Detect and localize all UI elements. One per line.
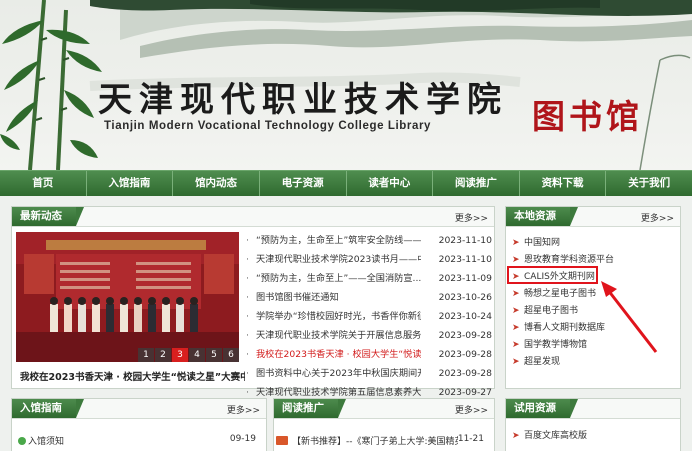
local-resources-list: ➤ 中国知网 ➤ 恩玫教育学科资源平台 ➤ CALIS外文期刊网 ➤ 畅想之星电子图书 … [512, 235, 614, 371]
reading-more-link[interactable]: 更多>> [455, 403, 488, 416]
event-photo [16, 232, 239, 362]
news-item: ·图书资料中心关于2023年中秋国庆期间开馆...2023-09-28 [246, 364, 492, 383]
news-item: · 图书馆图书催还通知 2023-10-26 [246, 288, 492, 307]
panel-title: 入馆指南 [12, 399, 84, 418]
local-resources-more-link[interactable]: 更多>> [641, 211, 674, 224]
guide-panel: 入馆指南 更多>> 入馆须知 09-19 [11, 398, 267, 451]
arrow-bullet-icon: ➤ [512, 340, 520, 350]
nav-news[interactable]: 馆内动态 [173, 171, 260, 196]
arrow-bullet-icon: ➤ [512, 238, 520, 248]
resource-link-bookan-journals[interactable]: ➤ 博看人文期刊数据库 [512, 320, 614, 337]
news-item-date: 2023-11-10 [438, 235, 492, 246]
news-item-date: 2023-11-10 [438, 254, 492, 265]
news-item: · 学院举办“珍惜校园好时光，书香伴你新征... 2023-10-24 [246, 307, 492, 326]
arrow-bullet-icon: ➤ [512, 306, 520, 316]
panel-header: 本地资源 更多>> [506, 207, 680, 227]
panel-header: 最新动态 更多>> [12, 207, 494, 227]
pager-page-6[interactable]: 6 [223, 348, 239, 362]
panel-header: 阅读推广 更多>> [274, 399, 494, 419]
news-photo-slideshow[interactable]: 1 2 3 4 5 6 [16, 232, 239, 362]
news-item-title[interactable]: 图书资料中心关于2023年中秋国庆期间开馆... [256, 364, 421, 383]
latest-news-panel: 最新动态 更多>> 1 2 3 4 5 6 我校在2023书香天津 · 校园大学… [11, 206, 495, 398]
news-item-date: 2023-09-28 [438, 330, 492, 341]
news-item-date: 2023-09-28 [438, 368, 492, 379]
news-item-date: 2023-10-26 [438, 292, 492, 303]
pager-page-5[interactable]: 5 [206, 348, 222, 362]
reading-item-date: 11-21 [457, 434, 484, 444]
photo-caption[interactable]: 我校在2023书香天津 · 校园大学生“悦读之星”大赛中... [20, 369, 245, 383]
nav-reading-promotion[interactable]: 阅读推广 [433, 171, 520, 196]
news-item-title[interactable]: “预防为主，生命至上”——全国消防宣... [256, 269, 421, 288]
news-item: · “预防为主，生命至上”——全国消防宣... 2023-11-09 [246, 269, 492, 288]
resource-link-guoxue-museum[interactable]: ➤ 国学教学博物馆 [512, 337, 614, 354]
nav-home[interactable]: 首页 [0, 171, 87, 196]
guide-more-link[interactable]: 更多>> [227, 403, 260, 416]
news-item-title[interactable]: 我校在2023书香天津 · 校园大学生“悦读之... [256, 345, 421, 364]
guide-item-date: 09-19 [229, 434, 256, 444]
resource-link-chaoxing-discovery[interactable]: ➤ 超星发现 [512, 354, 614, 371]
news-item: · 天津现代职业技术学院关于开展信息服务月... 2023-09-28 [246, 326, 492, 345]
news-item-date: 2023-10-24 [438, 311, 492, 322]
news-item-title[interactable]: 学院举办“珍惜校园好时光，书香伴你新征... [256, 307, 421, 326]
nav-about-us[interactable]: 关于我们 [606, 171, 692, 196]
news-item-date: 2023-11-09 [438, 273, 492, 284]
site-banner: 天津现代职业技术学院 Tianjin Modern Vocational Tec… [0, 0, 692, 170]
green-dot-icon [18, 437, 26, 445]
resource-link-cnki[interactable]: ➤ 中国知网 [512, 235, 614, 252]
arrow-bullet-icon: ➤ [512, 431, 520, 441]
nav-e-resources[interactable]: 电子资源 [260, 171, 347, 196]
local-resources-panel: 本地资源 更多>> ➤ 中国知网 ➤ 恩玫教育学科资源平台 ➤ CALIS外文期刊网 … [505, 206, 681, 389]
nav-reader-center[interactable]: 读者中心 [347, 171, 434, 196]
reading-promotion-panel: 阅读推广 更多>> 【新书推荐】--《寒门子弟上大学:美国精英... 11-21 [273, 398, 495, 451]
nav-downloads[interactable]: 资料下载 [520, 171, 607, 196]
news-item: ·我校在2023书香天津 · 校园大学生“悦读之...2023-09-28 [246, 345, 492, 364]
panel-title: 试用资源 [506, 399, 578, 418]
news-list: · “预防为主，生命至上”筑牢安全防线——... 2023-11-10 · 天津现代职… [246, 231, 492, 402]
news-item: ·天津现代职业技术学院2023读书月——中华...2023-11-10 [246, 250, 492, 269]
trial-resources-panel: 试用资源 ➤ 百度文库高校版 [505, 398, 681, 451]
news-item: · “预防为主，生命至上”筑牢安全防线——... 2023-11-10 [246, 231, 492, 250]
panel-header: 试用资源 [506, 399, 680, 419]
pager-page-4[interactable]: 4 [189, 348, 205, 362]
main-navigation: 首页 入馆指南 馆内动态 电子资源 读者中心 阅读推广 资料下载 关于我们 [0, 170, 692, 196]
library-english-title: Tianjin Modern Vocational Technology Col… [104, 120, 432, 132]
highlight-box [507, 266, 598, 284]
panel-header: 入馆指南 更多>> [12, 399, 266, 419]
trial-resource-link[interactable]: ➤ 百度文库高校版 [512, 428, 587, 445]
book-icon [276, 436, 288, 445]
resource-link-changxiang-ebooks[interactable]: ➤ 畅想之星电子图书 [512, 286, 614, 303]
pager-page-3[interactable]: 3 [172, 348, 188, 362]
reading-item[interactable]: 【新书推荐】--《寒门子弟上大学:美国精英... [276, 434, 458, 447]
panel-title: 本地资源 [506, 207, 578, 226]
pager-page-1[interactable]: 1 [138, 348, 154, 362]
arrow-bullet-icon: ➤ [512, 323, 520, 333]
guide-item[interactable]: 入馆须知 [18, 434, 64, 447]
news-item-title[interactable]: “预防为主，生命至上”筑牢安全防线——... [256, 231, 421, 250]
panel-title: 阅读推广 [274, 399, 346, 418]
slideshow-pager: 1 2 3 4 5 6 [137, 348, 239, 362]
news-item-title[interactable]: 天津现代职业技术学院关于开展信息服务月... [256, 326, 421, 345]
news-item-title[interactable]: 图书馆图书催还通知 [256, 288, 421, 307]
news-item-title[interactable]: 天津现代职业技术学院2023读书月——中华... [256, 250, 421, 269]
pager-page-2[interactable]: 2 [155, 348, 171, 362]
news-more-link[interactable]: 更多>> [455, 211, 488, 224]
news-item-date: 2023-09-28 [438, 349, 492, 360]
arrow-bullet-icon: ➤ [512, 357, 520, 367]
arrow-bullet-icon: ➤ [512, 289, 520, 299]
nav-guide[interactable]: 入馆指南 [87, 171, 174, 196]
library-title: 天津现代职业技术学院 [98, 80, 508, 120]
panel-title: 最新动态 [12, 207, 84, 226]
resource-link-chaoxing-ebooks[interactable]: ➤ 超星电子图书 [512, 303, 614, 320]
library-seal-logo: 图书馆 [532, 97, 643, 136]
